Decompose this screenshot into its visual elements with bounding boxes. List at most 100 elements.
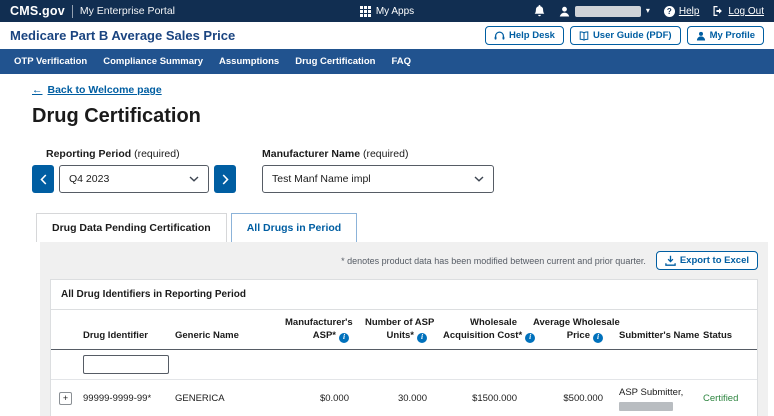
- nav-item-otp-verification[interactable]: OTP Verification: [14, 56, 87, 67]
- nav-item-compliance-summary[interactable]: Compliance Summary: [103, 56, 203, 67]
- logout-label: Log Out: [728, 6, 764, 17]
- table-header-row: Drug Identifier Generic Name Manufacture…: [51, 310, 757, 349]
- col-generic-name: Generic Name: [167, 310, 277, 349]
- filters-row: Reporting Period (required) Q4 2023 Manu…: [32, 148, 774, 193]
- nav-item-assumptions[interactable]: Assumptions: [219, 56, 279, 67]
- help-desk-label: Help Desk: [509, 30, 555, 41]
- nav-item-drug-certification[interactable]: Drug Certification: [295, 56, 375, 67]
- user-menu[interactable]: ▾: [559, 6, 650, 17]
- bell-icon: [534, 5, 545, 17]
- user-guide-button[interactable]: User Guide (PDF): [570, 26, 681, 45]
- reporting-period-required-hint: (required): [134, 148, 180, 160]
- chevron-right-icon: [222, 174, 229, 185]
- all-drugs-panel: * denotes product data has been modified…: [40, 242, 768, 416]
- chevron-down-icon: [189, 176, 199, 182]
- col-asp-units: Number of ASP Units*i: [357, 310, 435, 349]
- manufacturer-label-text: Manufacturer Name: [262, 148, 360, 160]
- app-title: Medicare Part B Average Sales Price: [10, 28, 235, 43]
- header-right: ▾ ? Help Log Out: [414, 5, 764, 17]
- previous-period-button[interactable]: [32, 165, 54, 193]
- redacted-submitter-name: [619, 402, 673, 411]
- drug-identifiers-card: All Drug Identifiers in Reporting Period…: [50, 279, 758, 416]
- logo-divider: [72, 5, 73, 18]
- col-drug-identifier: Drug Identifier: [75, 310, 167, 349]
- main-content: ← Back to Welcome page Drug Certificatio…: [0, 74, 774, 416]
- reporting-period-field: Reporting Period (required) Q4 2023: [32, 148, 236, 193]
- portal-name: My Enterprise Portal: [80, 5, 175, 17]
- chevron-down-icon: [474, 176, 484, 182]
- back-link-label: Back to Welcome page: [48, 84, 162, 96]
- global-header: CMS.gov My Enterprise Portal My Apps ▾ ?…: [0, 0, 774, 22]
- app-header-actions: Help Desk User Guide (PDF) My Profile: [485, 26, 764, 45]
- info-icon[interactable]: i: [339, 333, 349, 343]
- logout-icon: [713, 6, 724, 16]
- reporting-period-value: Q4 2023: [69, 173, 109, 185]
- modified-data-note: * denotes product data has been modified…: [341, 256, 646, 266]
- book-icon: [579, 31, 589, 41]
- generic-name-cell: GENERICA: [167, 379, 277, 416]
- help-desk-button[interactable]: Help Desk: [485, 26, 564, 45]
- submitter-cell: ASP Submitter,: [611, 379, 695, 416]
- primary-nav: OTP Verification Compliance Summary Assu…: [0, 49, 774, 74]
- my-profile-button[interactable]: My Profile: [687, 26, 764, 45]
- notifications-bell-button[interactable]: [534, 5, 545, 17]
- table-title: All Drug Identifiers in Reporting Period: [51, 280, 757, 310]
- help-link[interactable]: ? Help: [664, 6, 700, 17]
- info-icon[interactable]: i: [417, 333, 427, 343]
- average-wholesale-price-cell: $500.000: [525, 379, 611, 416]
- drug-identifier-filter-input[interactable]: [83, 355, 169, 374]
- tab-drug-data-pending-certification[interactable]: Drug Data Pending Certification: [36, 213, 227, 242]
- col-average-wholesale-price: Average Wholesale Pricei: [525, 310, 611, 349]
- manufacturer-select[interactable]: Test Manf Name impl: [262, 165, 494, 193]
- logout-link[interactable]: Log Out: [713, 6, 764, 17]
- user-avatar-icon: [559, 6, 570, 17]
- info-icon[interactable]: i: [593, 333, 603, 343]
- back-arrow-icon: ←: [32, 84, 43, 96]
- app-header: Medicare Part B Average Sales Price Help…: [0, 22, 774, 49]
- panel-toolbar: * denotes product data has been modified…: [50, 251, 758, 270]
- tab-all-drugs-in-period[interactable]: All Drugs in Period: [231, 213, 358, 242]
- status-badge: Certified: [703, 393, 738, 404]
- redacted-username: [575, 6, 641, 17]
- drug-identifier-cell: 99999-9999-99*: [75, 379, 167, 416]
- filter-spacer-cell: [167, 349, 757, 379]
- user-guide-label: User Guide (PDF): [593, 30, 672, 41]
- col-status: Status: [695, 310, 757, 349]
- col-submitters-name: Submitter's Name: [611, 310, 695, 349]
- manufacturer-field: Manufacturer Name (required) Test Manf N…: [262, 148, 494, 193]
- help-icon: ?: [664, 6, 675, 17]
- wholesale-acquisition-cost-cell: $1500.000: [435, 379, 525, 416]
- manufacturer-value: Test Manf Name impl: [272, 173, 371, 185]
- chevron-down-icon: ▾: [646, 7, 650, 15]
- help-label: Help: [679, 6, 700, 17]
- reporting-period-label-text: Reporting Period: [46, 148, 131, 160]
- profile-icon: [696, 31, 706, 41]
- drug-identifiers-table: Drug Identifier Generic Name Manufacture…: [51, 310, 757, 416]
- download-icon: [665, 255, 676, 266]
- manufacturer-required-hint: (required): [363, 148, 409, 160]
- header-left: CMS.gov My Enterprise Portal: [10, 4, 360, 18]
- cms-logo[interactable]: CMS.gov: [10, 4, 65, 18]
- manufacturers-asp-cell: $0.000: [277, 379, 357, 416]
- nav-item-faq[interactable]: FAQ: [391, 56, 411, 67]
- expand-cell: +: [51, 379, 75, 416]
- page-title: Drug Certification: [32, 105, 774, 128]
- headset-icon: [494, 31, 505, 41]
- asp-units-cell: 30.000: [357, 379, 435, 416]
- my-apps-button[interactable]: My Apps: [360, 6, 414, 17]
- export-label: Export to Excel: [680, 255, 749, 266]
- back-to-welcome-link[interactable]: ← Back to Welcome page: [32, 84, 162, 96]
- manufacturer-label: Manufacturer Name (required): [262, 148, 494, 160]
- my-apps-label: My Apps: [376, 6, 414, 17]
- next-period-button[interactable]: [214, 165, 236, 193]
- expand-row-button[interactable]: +: [59, 392, 72, 405]
- apps-grid-icon: [360, 6, 371, 17]
- status-cell: Certified: [695, 379, 757, 416]
- table-row: + 99999-9999-99* GENERICA $0.000 30.000 …: [51, 379, 757, 416]
- reporting-period-label: Reporting Period (required): [46, 148, 236, 160]
- info-icon[interactable]: i: [525, 333, 535, 343]
- reporting-period-select[interactable]: Q4 2023: [59, 165, 209, 193]
- export-to-excel-button[interactable]: Export to Excel: [656, 251, 758, 270]
- col-expand: [51, 310, 75, 349]
- tab-bar: Drug Data Pending Certification All Drug…: [36, 213, 774, 242]
